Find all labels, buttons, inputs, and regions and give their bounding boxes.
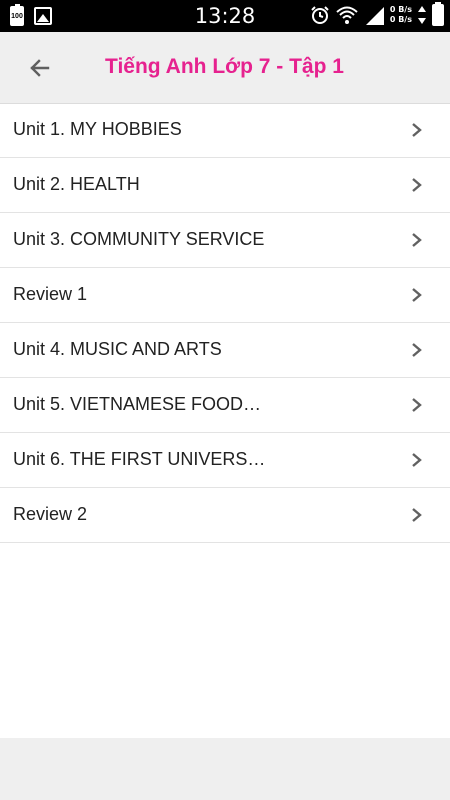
list-item-label: Unit 4. MUSIC AND ARTS: [13, 339, 222, 359]
status-bar: 100 13:28 0 B/s 0 B/s: [0, 0, 450, 32]
network-speed-up: 0 B/s: [389, 5, 412, 14]
wifi-icon: [336, 5, 358, 25]
chevron-right-icon: [412, 508, 422, 522]
battery-icon: [432, 2, 444, 26]
list-item-label: Unit 1. MY HOBBIES: [13, 119, 182, 139]
chevron-right-icon: [412, 453, 422, 467]
list-item-label: Unit 5. VIETNAMESE FOOD…: [13, 394, 262, 414]
list-item-label: Unit 6. THE FIRST UNIVERS…: [13, 449, 266, 469]
chevron-right-icon: [412, 343, 422, 357]
list-item-label: Unit 2. HEALTH: [13, 174, 140, 194]
chevron-right-icon: [412, 288, 422, 302]
list-item[interactable]: Unit 1. MY HOBBIES: [0, 103, 450, 158]
app-bar: Tiếng Anh Lớp 7 - Tập 1: [0, 32, 450, 104]
bottom-bar: [0, 738, 450, 800]
status-bar-right: 0 B/s 0 B/s: [310, 2, 444, 26]
chevron-right-icon: [412, 233, 422, 247]
network-speed-down: 0 B/s: [389, 15, 412, 24]
list-item[interactable]: Unit 3. COMMUNITY SERVICE: [0, 213, 450, 268]
unit-list: Unit 1. MY HOBBIES Unit 2. HEALTH Unit 3…: [0, 103, 450, 543]
page-title: Tiếng Anh Lớp 7 - Tập 1: [105, 55, 344, 78]
signal-icon: [364, 5, 384, 25]
chevron-right-icon: [412, 178, 422, 192]
list-item[interactable]: Review 2: [0, 488, 450, 543]
chevron-right-icon: [412, 123, 422, 137]
alarm-icon: [310, 5, 330, 25]
arrow-left-icon: [30, 59, 50, 77]
chevron-right-icon: [412, 398, 422, 412]
transfer-arrows-icon: [418, 5, 426, 25]
list-item[interactable]: Unit 6. THE FIRST UNIVERS…: [0, 433, 450, 488]
list-item[interactable]: Unit 4. MUSIC AND ARTS: [0, 323, 450, 378]
network-speed: 0 B/s 0 B/s: [390, 5, 412, 25]
list-item-label: Review 2: [13, 504, 88, 524]
list-item-label: Review 1: [13, 284, 88, 304]
back-button[interactable]: [22, 50, 58, 86]
list-item[interactable]: Review 1: [0, 268, 450, 323]
list-item[interactable]: Unit 5. VIETNAMESE FOOD…: [0, 378, 450, 433]
list-item-label: Unit 3. COMMUNITY SERVICE: [13, 229, 265, 249]
list-item[interactable]: Unit 2. HEALTH: [0, 158, 450, 213]
